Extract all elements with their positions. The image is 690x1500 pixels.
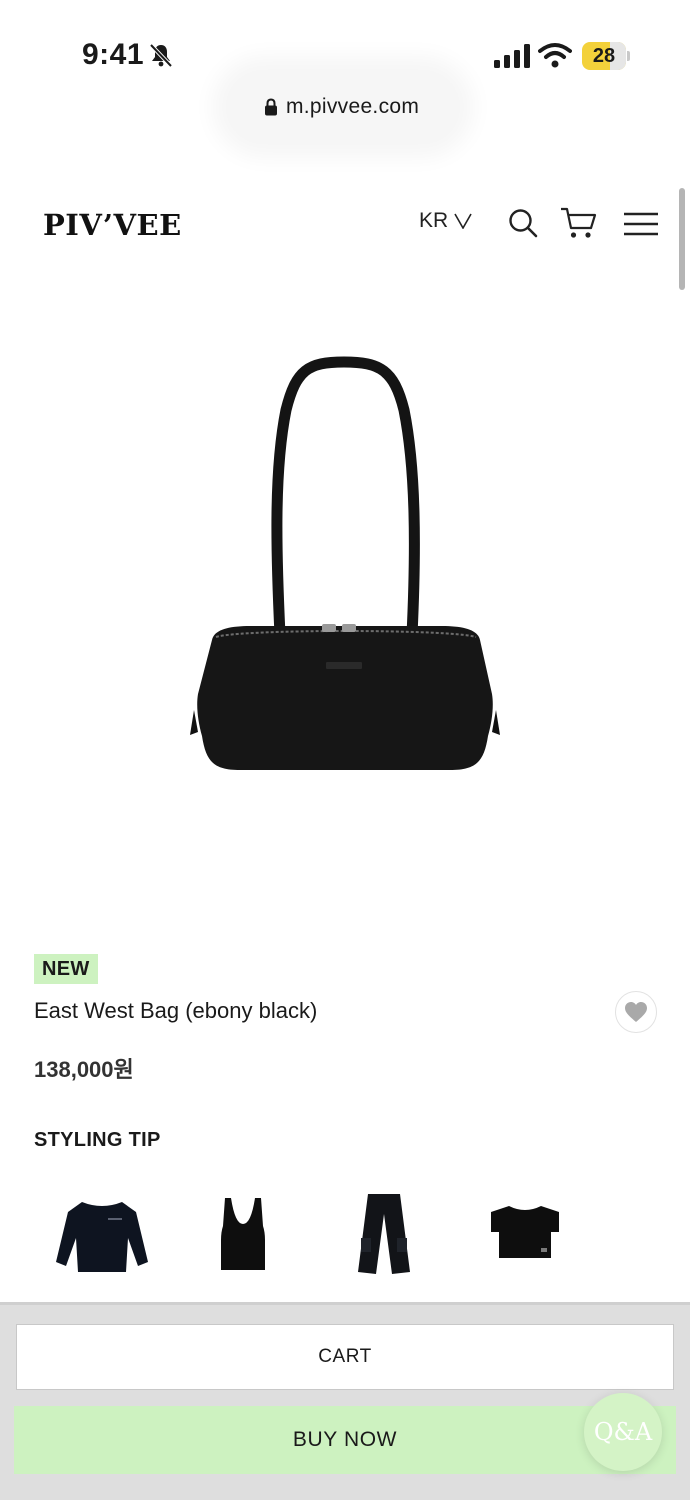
language-label: KR [419,209,449,232]
black-cargo-pants-image[interactable] [334,1186,434,1282]
black-tank-top-image[interactable] [193,1186,293,1282]
battery-indicator: 28 [582,42,630,70]
site-logo[interactable]: PIV’VEE [43,208,182,242]
buy-now-button[interactable]: BUY NOW [14,1406,676,1474]
product-price: 138,000원 [34,1057,134,1082]
language-selector[interactable]: KR [419,209,472,233]
battery-level-text: 28 [592,45,616,67]
lock-icon [265,98,277,116]
search-icon[interactable] [508,208,538,238]
black-tshirt-image[interactable] [475,1186,575,1282]
wishlist-button[interactable] [615,991,657,1033]
product-name: East West Bag (ebony black) [34,998,318,1023]
black-sweatshirt-image[interactable] [52,1186,152,1282]
status-bar: 9:41 28 [0,0,690,80]
bell-muted-icon [149,43,173,68]
wifi-icon [538,43,572,68]
url-text[interactable]: m.pivvee.com [286,95,419,119]
new-badge: NEW [34,954,98,984]
black-shoulder-bag-image[interactable] [180,350,510,780]
cart-button[interactable]: CART [16,1324,674,1390]
hamburger-menu-icon[interactable] [622,212,660,236]
qna-button[interactable]: Q&A [584,1393,662,1471]
chevron-down-icon [454,213,472,229]
styling-tip-title: STYLING TIP [34,1129,161,1151]
scrollbar[interactable] [679,188,685,290]
heart-icon [625,1002,647,1022]
cart-icon[interactable] [560,206,598,240]
status-time: 9:41 [82,38,145,71]
cellular-signal-icon [494,44,530,68]
